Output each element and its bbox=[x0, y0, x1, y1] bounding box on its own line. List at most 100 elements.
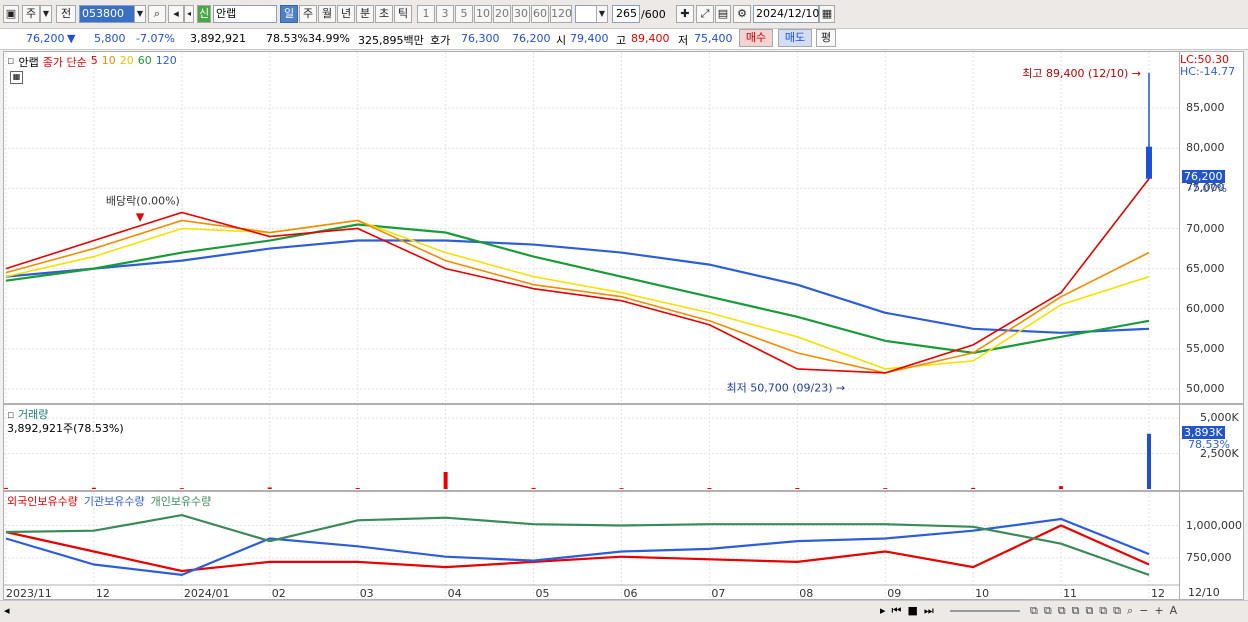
x-tick-label: 05 bbox=[536, 587, 550, 599]
stop-icon[interactable]: ■ bbox=[907, 604, 917, 618]
quote-change: 5,800 bbox=[94, 32, 126, 45]
x-tick-label: 04 bbox=[448, 587, 462, 599]
interval-1[interactable]: 1 bbox=[417, 5, 435, 23]
last-pct: -7.07% bbox=[1188, 182, 1227, 195]
price-panel[interactable]: 최고 89,400 (12/10) → 최저 50,700 (09/23) → 배당… bbox=[3, 51, 1180, 404]
scroll-left-icon[interactable]: ◂ bbox=[4, 604, 10, 617]
zoom-icon[interactable]: ⌕ bbox=[1127, 604, 1133, 618]
search-icon[interactable]: ⌕ bbox=[148, 5, 166, 23]
ma10-line bbox=[5, 219, 1150, 374]
quote-open: 79,400 bbox=[570, 32, 609, 45]
sound-icon[interactable]: ◂ bbox=[168, 5, 184, 23]
x-tick-label: 03 bbox=[360, 587, 374, 599]
code-dropdown-icon[interactable]: ▼ bbox=[134, 5, 146, 23]
scroll-right-icon[interactable]: ▸ bbox=[880, 604, 886, 618]
buy-button[interactable]: 매수 bbox=[739, 29, 773, 47]
prev-icon[interactable]: ◂ bbox=[184, 5, 194, 23]
tool-line-icon[interactable]: ⤢ bbox=[696, 5, 714, 23]
window-icon[interactable]: ▣ bbox=[3, 5, 19, 23]
period-minute[interactable]: 분 bbox=[356, 5, 374, 23]
holdings-panel[interactable]: 2023/11 12 2024/01 02 03 04 05 06 07 08 09 10 11 12 외… bbox=[3, 491, 1180, 600]
save-icon[interactable]: ▤ bbox=[715, 5, 731, 23]
date-input[interactable]: 2024/12/10 bbox=[753, 5, 819, 23]
period-year[interactable]: 년 bbox=[337, 5, 355, 23]
layout-6-icon[interactable]: ⧉ bbox=[1099, 604, 1107, 618]
dividend-marker: 배당락(0.00%) bbox=[106, 194, 180, 207]
calendar-icon[interactable]: ▦ bbox=[819, 5, 835, 23]
view-tools: ⧉ ⧉ ⧉ ⧉ ⧉ ⧉ ⧉ ⌕ − + A bbox=[1030, 604, 1177, 618]
volume-panel[interactable]: ▫ 거래량 3,892,921주(78.53%) bbox=[3, 404, 1180, 491]
x-tick-label: 2023/11 bbox=[6, 587, 52, 599]
interval-120[interactable]: 120 bbox=[550, 5, 572, 23]
panel-collapse-icon[interactable]: ▫ bbox=[7, 54, 14, 70]
playback-controls: ▸ ⏮ ■ ⏭ bbox=[880, 604, 934, 618]
volume-bar bbox=[795, 488, 800, 489]
volume-bar bbox=[531, 487, 536, 489]
legend-ma10: 10 bbox=[101, 54, 116, 67]
quote-low: 75,400 bbox=[694, 32, 733, 45]
interval-60[interactable]: 60 bbox=[531, 5, 549, 23]
count-input[interactable]: 265 bbox=[612, 5, 640, 23]
layout-5-icon[interactable]: ⧉ bbox=[1085, 604, 1093, 618]
zoom-in-icon[interactable]: + bbox=[1154, 604, 1163, 618]
legend-individual: 개인보유수량 bbox=[150, 495, 212, 508]
holdings-tick-label: 1,000,000 bbox=[1186, 518, 1242, 532]
period-tick[interactable]: 틱 bbox=[394, 5, 412, 23]
x-tick-label: 12 bbox=[1151, 587, 1165, 599]
period-month[interactable]: 월 bbox=[318, 5, 336, 23]
stock-label: 안랩 bbox=[18, 56, 39, 69]
interval-5[interactable]: 5 bbox=[455, 5, 473, 23]
interval-dropdown-icon[interactable]: ▼ bbox=[596, 5, 608, 23]
interval-custom-input[interactable] bbox=[575, 5, 597, 23]
volume-bar bbox=[883, 488, 888, 489]
gear-icon[interactable]: ⚙ bbox=[733, 5, 751, 23]
sell-button[interactable]: 매도 bbox=[778, 29, 812, 47]
quote-volume: 3,892,921 bbox=[190, 32, 246, 45]
rewind-icon[interactable]: ⏮ bbox=[892, 604, 902, 618]
zoom-out-icon[interactable]: − bbox=[1139, 604, 1148, 618]
volume-bar bbox=[1147, 433, 1151, 489]
zoom-slider[interactable] bbox=[950, 610, 1020, 612]
legend-ma60: 60 bbox=[137, 54, 152, 67]
scroll-bar[interactable]: ◂ ▸ ⏮ ■ ⏭ ⧉ ⧉ ⧉ ⧉ ⧉ ⧉ ⧉ ⌕ − + A bbox=[0, 600, 1248, 622]
x-tick-label: 06 bbox=[623, 587, 637, 599]
low-label: 저 bbox=[678, 34, 689, 47]
volume-bar bbox=[267, 487, 272, 489]
quote-bid: 76,200 bbox=[512, 32, 551, 45]
x-tick-label: 11 bbox=[1063, 587, 1077, 599]
new-badge: 신 bbox=[197, 5, 211, 23]
fast-forward-icon[interactable]: ⏭ bbox=[924, 604, 934, 618]
high-marker: 최고 89,400 (12/10) → bbox=[1022, 67, 1141, 80]
layout-1-icon[interactable]: ⧉ bbox=[1030, 604, 1038, 618]
volume-bar bbox=[707, 488, 712, 489]
layout-3-icon[interactable]: ⧉ bbox=[1058, 604, 1066, 618]
interval-30[interactable]: 30 bbox=[512, 5, 530, 23]
text-size-icon[interactable]: A bbox=[1170, 604, 1178, 618]
quote-vol-ratio: 78.53% bbox=[266, 32, 308, 45]
market-dropdown-icon[interactable]: ▼ bbox=[40, 5, 52, 23]
stock-name-field[interactable]: 안랩 bbox=[213, 5, 277, 23]
layout-2-icon[interactable]: ⧉ bbox=[1044, 604, 1052, 618]
period-second[interactable]: 초 bbox=[375, 5, 393, 23]
interval-10[interactable]: 10 bbox=[474, 5, 492, 23]
quote-amount: 325,895백만 bbox=[358, 34, 424, 47]
period-day[interactable]: 일 bbox=[280, 5, 298, 23]
mode-select[interactable]: 전 bbox=[56, 5, 76, 23]
ask-label: 호가 bbox=[430, 34, 451, 47]
interval-3[interactable]: 3 bbox=[436, 5, 454, 23]
low-marker: 최저 50,700 (09/23) → bbox=[726, 381, 845, 394]
volume-bar bbox=[619, 488, 624, 489]
market-select[interactable]: 주 bbox=[22, 5, 40, 23]
tool-cross-icon[interactable]: ✚ bbox=[676, 5, 694, 23]
code-input[interactable]: 053800 bbox=[79, 5, 135, 23]
volume-bar bbox=[91, 487, 96, 489]
period-week[interactable]: 주 bbox=[299, 5, 317, 23]
interval-20[interactable]: 20 bbox=[493, 5, 511, 23]
layout-4-icon[interactable]: ⧉ bbox=[1072, 604, 1080, 618]
holdings-line-0 bbox=[5, 524, 1150, 573]
legend-foreign: 외국인보유수량 bbox=[7, 495, 78, 508]
table-toggle-icon[interactable]: ▦ bbox=[10, 71, 23, 84]
down-arrow-icon: ▼ bbox=[67, 32, 76, 45]
layout-7-icon[interactable]: ⧉ bbox=[1113, 604, 1121, 618]
eval-button[interactable]: 평 bbox=[816, 29, 836, 47]
